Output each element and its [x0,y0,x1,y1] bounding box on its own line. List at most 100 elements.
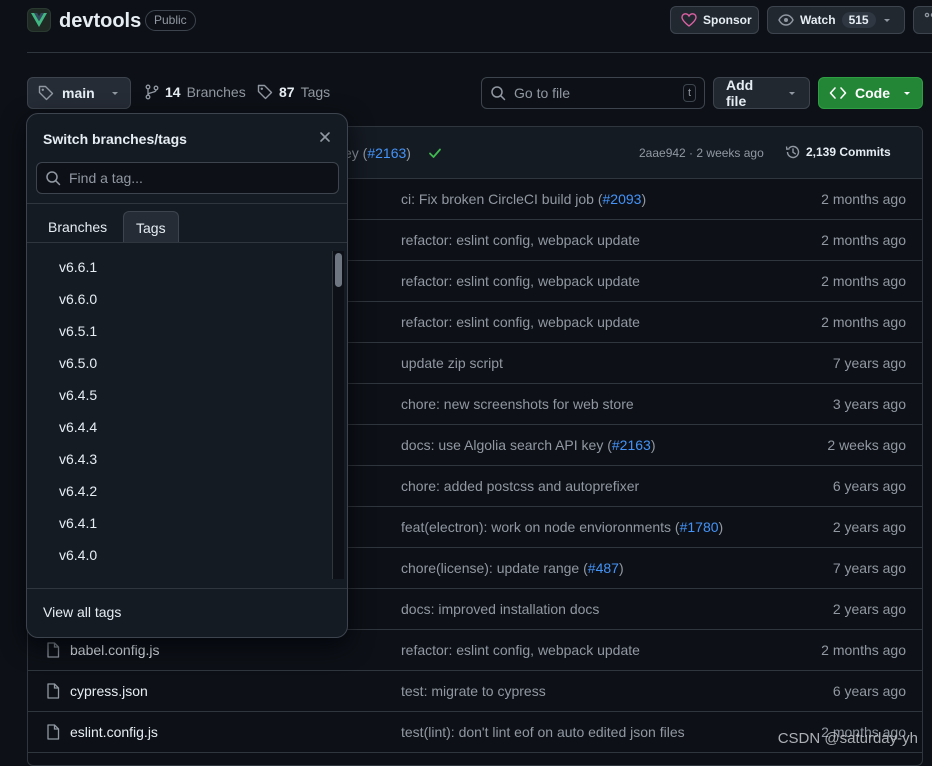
commit-message[interactable]: test(lint): don't lint eof on auto edite… [401,724,685,740]
tag-item[interactable]: v6.5.1 [27,315,327,347]
commit-age: 2 months ago [821,314,906,330]
file-icon [46,642,60,658]
branch-select-button[interactable]: main [27,77,131,109]
tag-icon [38,85,54,101]
commit-age: 6 years ago [832,683,906,699]
branches-label: Branches [186,84,246,100]
commit-age: 2 weeks ago [696,146,764,160]
history-icon [785,144,801,160]
commit-age: 2 months ago [821,273,906,289]
commit-message[interactable]: chore: new screenshots for web store [401,396,634,412]
tags-link[interactable]: 87 Tags [257,84,330,100]
search-icon [45,170,61,186]
file-name[interactable]: babel.config.js [70,642,160,658]
commit-meta: 2aae942 · 2 weeks ago [639,146,764,160]
file-icon [46,724,60,740]
view-all-tags-link[interactable]: View all tags [43,604,121,620]
go-to-file-placeholder: Go to file [514,85,571,101]
tag-item[interactable]: v6.4.1 [27,507,327,539]
tag-icon [257,84,273,100]
commit-age: 6 years ago [832,478,906,494]
divider [27,203,347,204]
commit-message[interactable]: docs: use Algolia search API key (#2163) [401,437,656,453]
watch-count: 515 [841,12,876,28]
branches-count: 14 [165,84,181,100]
commit-message[interactable]: refactor: eslint config, webpack update [401,642,640,658]
file-name[interactable]: eslint.config.js [70,724,158,740]
commit-age: 7 years ago [832,355,906,371]
commit-age: 2 years ago [832,601,906,617]
tag-search-input[interactable]: Find a tag... [36,162,339,194]
table-row[interactable]: cypress.json test: migrate to cypress 6 ye… [28,671,922,712]
go-to-file-input[interactable]: Go to file t [481,77,705,109]
sponsor-label: Sponsor [703,13,752,27]
commit-message[interactable]: feat(electron): work on node envioronmen… [401,519,723,535]
pr-link[interactable]: #2093 [603,191,642,207]
commit-age: 2 years ago [832,519,906,535]
pr-link[interactable]: #1780 [680,519,719,535]
commit-message[interactable]: refactor: eslint config, webpack update [401,314,640,330]
commit-age: 2 weeks ago [827,437,906,453]
fork-icon [924,12,932,28]
tag-item[interactable]: v6.4.0 [27,539,327,571]
git-branch-icon [145,84,159,100]
tags-count: 87 [279,84,295,100]
watch-button[interactable]: Watch 515 [767,6,905,34]
branches-link[interactable]: 14 Branches [145,84,246,100]
commit-message[interactable]: refactor: eslint config, webpack update [401,273,640,289]
latest-commit-message[interactable]: ey (#2163) [344,145,411,161]
code-label: Code [855,85,890,101]
add-file-button[interactable]: Add file [713,77,810,109]
commit-age: 2 months ago [821,642,906,658]
commit-sha[interactable]: 2aae942 [639,146,686,160]
file-icon [46,683,60,699]
tab-tags[interactable]: Tags [123,211,179,243]
scrollbar-thumb[interactable] [335,253,342,287]
file-name[interactable]: cypress.json [70,683,148,699]
check-icon [428,146,442,160]
tag-item[interactable]: v6.6.1 [27,251,327,283]
tag-item[interactable]: v6.4.3 [27,443,327,475]
commit-age: 2 months ago [821,191,906,207]
commit-age: 7 years ago [832,560,906,576]
scrollbar-track[interactable] [332,251,344,579]
commit-message[interactable]: chore: added postcss and autoprefixer [401,478,639,494]
fork-button[interactable] [913,6,932,34]
commit-message[interactable]: ci: Fix broken CircleCI build job (#2093… [401,191,646,207]
commit-age: 3 years ago [832,396,906,412]
tab-branches[interactable]: Branches [36,211,119,243]
divider [27,242,347,243]
commit-pr-link[interactable]: #2163 [367,145,406,161]
tag-item[interactable]: v6.4.2 [27,475,327,507]
commit-message[interactable]: test: migrate to cypress [401,683,546,699]
branch-name: main [62,85,95,101]
pr-link[interactable]: #487 [588,560,619,576]
close-icon[interactable] [319,131,331,143]
sponsor-button[interactable]: Sponsor [670,6,759,34]
header-divider [27,52,932,53]
commit-message[interactable]: chore(license): update range (#487) [401,560,624,576]
pr-link[interactable]: #2163 [612,437,651,453]
watch-label: Watch [800,13,836,27]
commit-age: 2 months ago [821,232,906,248]
visibility-badge: Public [145,10,196,31]
chevron-down-icon [110,88,120,98]
code-icon [829,86,847,100]
tag-item[interactable]: v6.6.0 [27,283,327,315]
repo-name[interactable]: devtools [59,8,141,34]
tag-item[interactable]: v6.4.5 [27,379,327,411]
commit-message[interactable]: refactor: eslint config, webpack update [401,232,640,248]
commits-link[interactable]: 2,139 Commits [785,144,891,160]
commit-message[interactable]: docs: improved installation docs [401,601,599,617]
commit-message[interactable]: update zip script [401,355,503,371]
commits-count: 2,139 Commits [806,145,891,159]
tags-label: Tags [300,84,331,100]
tag-item[interactable]: v6.5.0 [27,347,327,379]
chevron-down-icon [787,88,797,98]
chevron-down-icon [902,88,912,98]
search-icon [490,85,506,101]
tag-item[interactable]: v6.4.4 [27,411,327,443]
watermark: CSDN @saturday-yh [777,730,918,747]
add-file-label: Add file [726,77,754,109]
code-button[interactable]: Code [818,77,923,109]
